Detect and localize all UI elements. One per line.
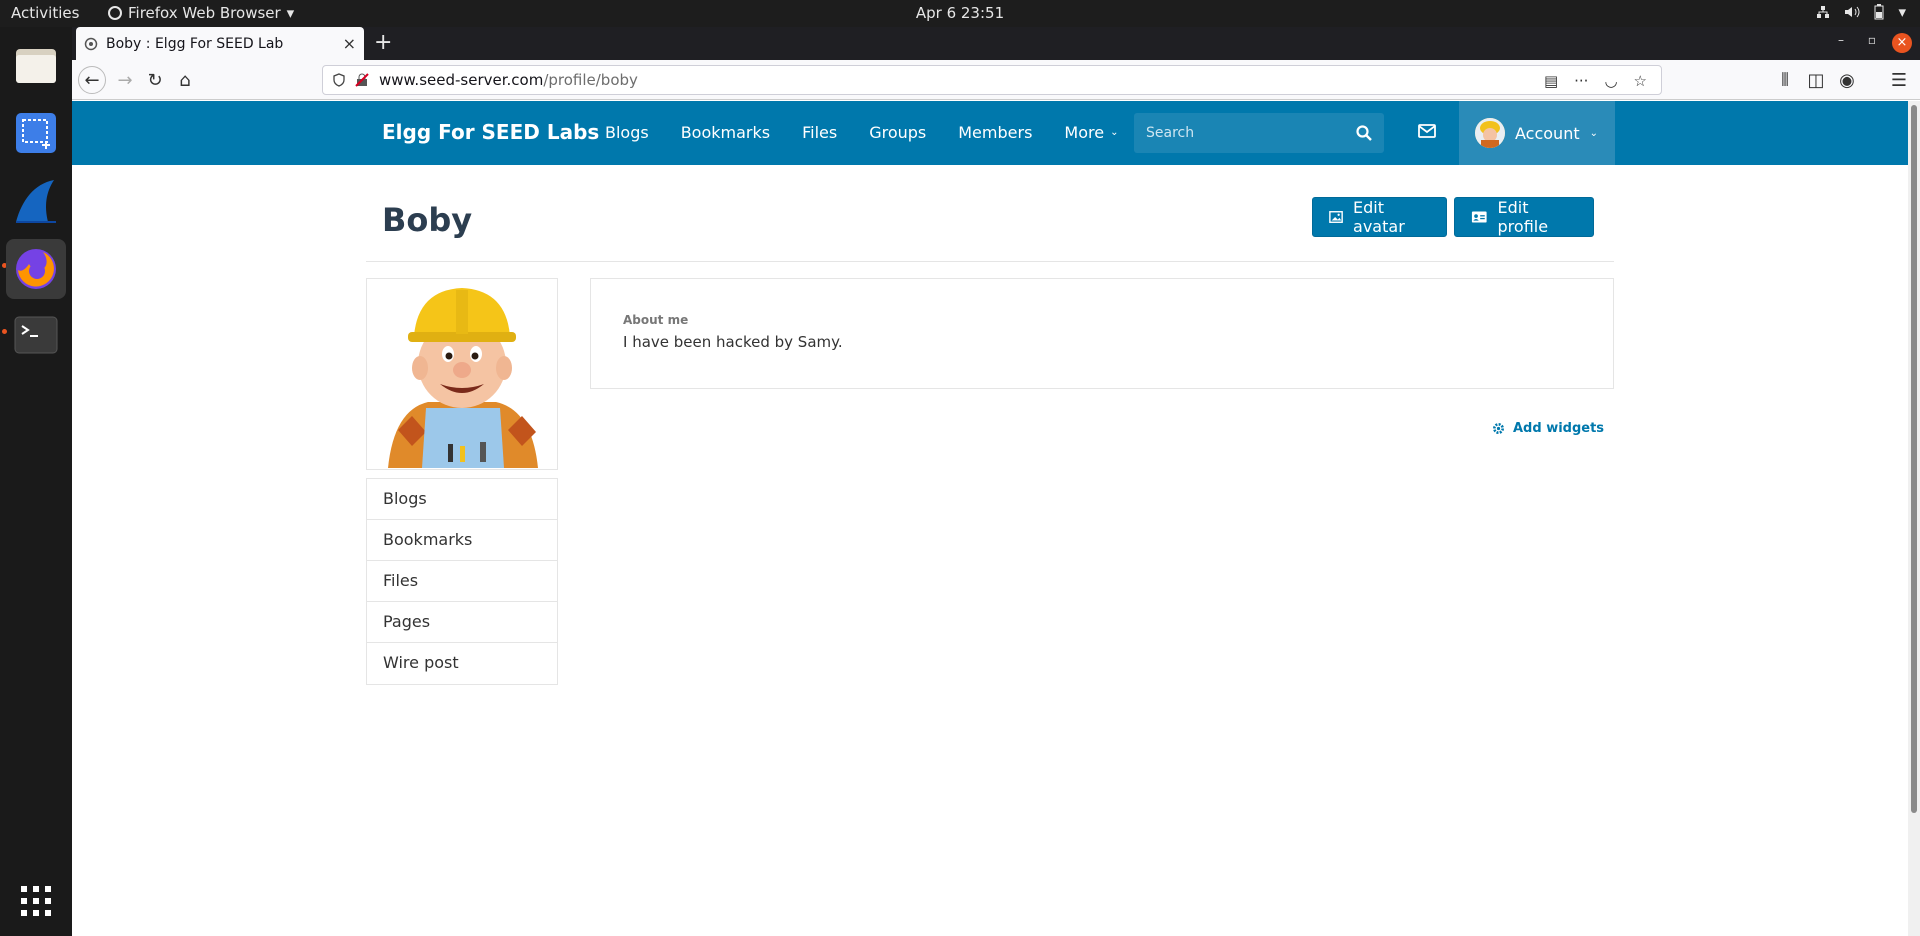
reader-view-icon[interactable]: ▤	[1544, 72, 1558, 90]
menu-more-label: More	[1064, 123, 1105, 142]
home-button[interactable]: ⌂	[172, 68, 198, 92]
clock[interactable]: Apr 6 23:51	[916, 4, 1004, 22]
owner-menu-pages[interactable]: Pages	[367, 602, 557, 643]
close-tab-icon[interactable]: ×	[343, 34, 356, 53]
avatar	[1475, 118, 1505, 148]
url-host: www.seed-server.com	[379, 71, 544, 89]
owner-menu-blogs[interactable]: Blogs	[367, 479, 557, 520]
account-menu[interactable]: Account ⌄	[1459, 101, 1615, 165]
menu-members[interactable]: Members	[958, 123, 1032, 142]
dock-terminal[interactable]	[6, 305, 66, 365]
envelope-icon[interactable]	[1418, 123, 1436, 139]
dock	[0, 27, 72, 936]
volume-icon	[1845, 6, 1860, 18]
page-scrollbar[interactable]	[1908, 101, 1920, 936]
scrollbar-thumb[interactable]	[1911, 105, 1917, 813]
maximize-icon[interactable]: ▫	[1868, 33, 1876, 47]
system-tray[interactable]: ▾	[1816, 3, 1906, 21]
browser-tab[interactable]: Boby : Elgg For SEED Lab ×	[76, 27, 364, 60]
screenshot-icon	[16, 113, 56, 153]
account-label: Account	[1515, 123, 1580, 143]
activities-button[interactable]: Activities	[11, 4, 79, 22]
profile-avatar[interactable]	[366, 278, 558, 470]
firefox-icon	[16, 249, 56, 289]
window-close-icon[interactable]: ×	[1892, 33, 1912, 53]
account-icon[interactable]: ◉	[1834, 68, 1860, 92]
edit-avatar-label: Edit avatar	[1353, 198, 1405, 236]
about-me-value: I have been hacked by Samy.	[623, 333, 843, 351]
url-bar[interactable]: www.seed-server.com/profile/boby ▤ ··· ◡…	[322, 65, 1662, 95]
hamburger-menu-icon[interactable]: ☰	[1886, 68, 1912, 92]
menu-blogs[interactable]: Blogs	[605, 123, 649, 142]
app-menu[interactable]: Firefox Web Browser ▾	[108, 4, 294, 22]
owner-menu-files[interactable]: Files	[367, 561, 557, 602]
show-apps-button[interactable]	[6, 871, 66, 931]
pocket-icon[interactable]: ◡	[1604, 72, 1617, 90]
new-tab-button[interactable]: +	[374, 31, 392, 55]
owner-block-menu: Blogs Bookmarks Files Pages Wire post	[366, 478, 558, 685]
folder-icon	[16, 49, 56, 83]
app-grid-icon	[21, 886, 51, 916]
owner-menu-bookmarks[interactable]: Bookmarks	[367, 520, 557, 561]
tab-bar: Boby : Elgg For SEED Lab × + – ▫ ×	[72, 27, 1920, 60]
battery-icon	[1874, 4, 1884, 20]
dock-screenshot[interactable]	[6, 103, 66, 163]
page-viewport: Elgg For SEED Labs Blogs Bookmarks Files…	[72, 101, 1908, 936]
chevron-down-icon: ▾	[1898, 3, 1906, 21]
app-menu-label: Firefox Web Browser	[128, 4, 281, 22]
terminal-icon	[14, 316, 58, 354]
network-icon	[1817, 6, 1830, 18]
image-icon	[1329, 211, 1343, 223]
bob-the-builder-image	[368, 280, 556, 468]
dock-files[interactable]	[6, 35, 66, 95]
url-path: /profile/boby	[543, 71, 638, 89]
wireshark-fin-icon	[16, 180, 56, 223]
search-icon[interactable]	[1356, 125, 1372, 141]
add-widgets-label: Add widgets	[1513, 421, 1605, 436]
menu-files[interactable]: Files	[802, 123, 837, 142]
edit-profile-button[interactable]: Edit profile	[1454, 197, 1594, 237]
reload-button[interactable]: ↻	[142, 68, 168, 92]
profile-details: About me I have been hacked by Samy.	[590, 278, 1614, 389]
back-button[interactable]: ←	[78, 66, 106, 94]
library-icon[interactable]: ⫴	[1772, 68, 1798, 92]
minimize-icon[interactable]: –	[1838, 33, 1844, 47]
page-title: Boby	[382, 201, 473, 239]
insecure-lock-icon	[355, 73, 369, 87]
add-widgets-link[interactable]: Add widgets	[1492, 421, 1604, 436]
dock-firefox[interactable]	[6, 239, 66, 299]
site-header: Elgg For SEED Labs Blogs Bookmarks Files…	[72, 101, 1908, 165]
tab-favicon-icon	[84, 37, 98, 50]
tab-title: Boby : Elgg For SEED Lab	[106, 35, 284, 52]
dock-wireshark[interactable]	[6, 171, 66, 231]
site-brand[interactable]: Elgg For SEED Labs	[382, 120, 599, 144]
about-me-label: About me	[623, 313, 689, 327]
shield-icon	[333, 73, 345, 87]
navigation-toolbar: ← → ↻ ⌂ www.seed-server.com/profile/boby…	[72, 60, 1920, 100]
menu-groups[interactable]: Groups	[869, 123, 926, 142]
site-menu: Blogs Bookmarks Files Groups Members Mor…	[605, 123, 1150, 142]
bookmark-star-icon[interactable]: ☆	[1634, 72, 1647, 90]
system-top-bar: Activities Firefox Web Browser ▾ Apr 6 2…	[0, 0, 1920, 27]
menu-more[interactable]: More ⌄	[1064, 123, 1118, 142]
more-actions-icon[interactable]: ···	[1574, 72, 1588, 90]
sidebar-icon[interactable]: ◫	[1803, 68, 1829, 92]
chevron-down-icon: ▾	[286, 4, 295, 22]
forward-button[interactable]: →	[112, 68, 138, 92]
site-search	[1134, 113, 1384, 153]
search-input[interactable]	[1146, 125, 1336, 141]
edit-profile-label: Edit profile	[1497, 198, 1549, 236]
chevron-down-icon: ⌄	[1110, 127, 1119, 138]
owner-menu-wire-post[interactable]: Wire post	[367, 643, 557, 684]
firefox-small-icon	[108, 6, 122, 20]
divider	[366, 261, 1614, 262]
gear-icon	[1493, 423, 1504, 434]
edit-avatar-button[interactable]: Edit avatar	[1312, 197, 1447, 237]
chevron-down-icon: ⌄	[1589, 127, 1598, 139]
id-card-icon	[1471, 211, 1487, 223]
menu-bookmarks[interactable]: Bookmarks	[681, 123, 770, 142]
